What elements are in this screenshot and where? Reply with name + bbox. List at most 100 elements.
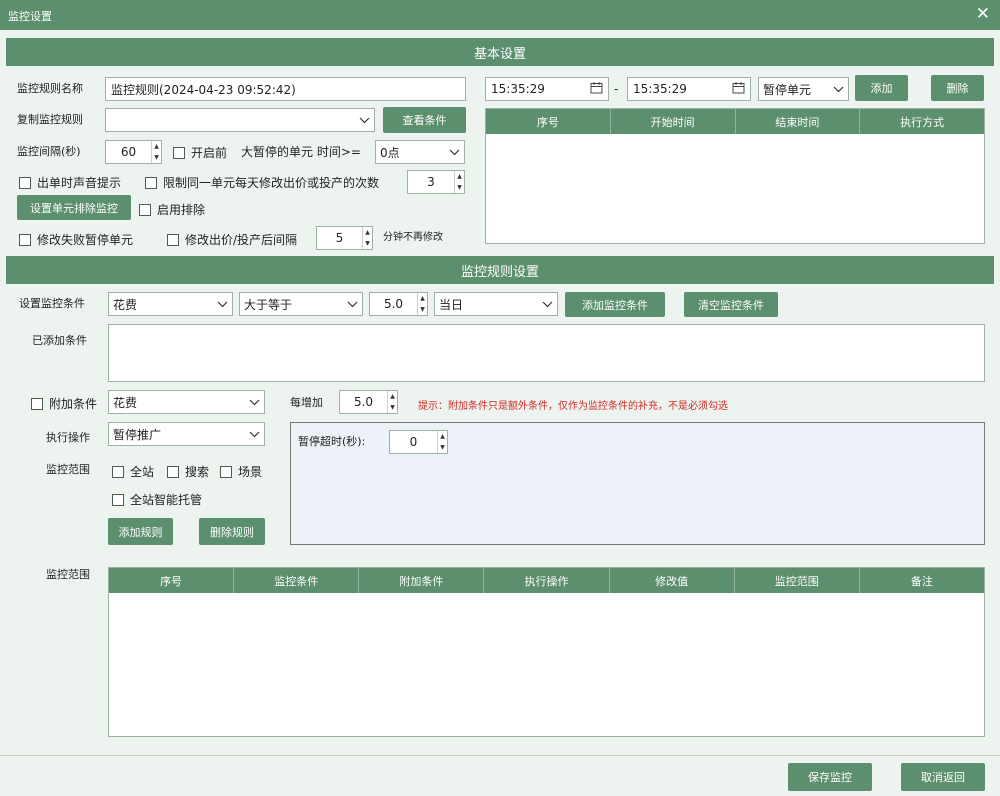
enable-exclude-checkbox[interactable]: 启用排除 [139, 201, 205, 218]
rule-name-input[interactable]: 监控规则(2024-04-23 09:52:42) [105, 77, 466, 101]
added-conditions-label: 已添加条件 [32, 334, 87, 347]
checkbox-box[interactable] [112, 465, 124, 478]
scope-scene-checkbox[interactable]: 场景 [220, 463, 262, 480]
extra-field-value: 花费 [113, 395, 138, 410]
interval-label: 监控间隔(秒) [17, 145, 81, 158]
schedule-table: 序号 开始时间 结束时间 执行方式 [485, 108, 985, 244]
extra-condition-label: 附加条件 [49, 397, 98, 411]
section-title-basic: 基本设置 [473, 46, 526, 62]
interval-stepper[interactable]: 60 ▲ ▼ [105, 140, 162, 164]
calendar-icon[interactable] [590, 81, 603, 97]
cond-operator-value: 大于等于 [244, 297, 293, 312]
added-conditions-box[interactable] [108, 324, 985, 382]
cond-field-select[interactable]: 花费 [108, 292, 233, 316]
action-label: 执行操作 [46, 431, 90, 444]
interval-value: 60 [120, 145, 137, 159]
cond-operator-select[interactable]: 大于等于 [239, 292, 363, 316]
extra-field-select[interactable]: 花费 [108, 390, 265, 414]
arrow-down-icon[interactable]: ▼ [455, 182, 464, 193]
section-header-rules: 监控规则设置 [6, 256, 994, 284]
arrow-up-icon[interactable]: ▲ [152, 141, 161, 152]
copy-rule-label: 复制监控规则 [17, 113, 83, 126]
checkbox-box[interactable] [173, 146, 185, 159]
cond-period-select[interactable]: 当日 [434, 292, 558, 316]
limit-checkbox[interactable]: 限制同一单元每天修改出价或投产的次数 [145, 174, 379, 191]
cond-value-stepper[interactable]: 5.0 ▲ ▼ [369, 292, 428, 316]
chevron-down-icon [248, 428, 260, 440]
cond-period-value: 当日 [439, 297, 464, 312]
col-index: 序号 [486, 109, 611, 134]
footer-divider [0, 755, 1000, 756]
pause-timeout-stepper[interactable]: 0 ▲ ▼ [389, 430, 448, 454]
col-action: 执行操作 [484, 568, 610, 593]
before-start-checkbox[interactable]: 开启前 [173, 144, 227, 161]
checkbox-box[interactable] [167, 233, 179, 246]
arrow-down-icon[interactable]: ▼ [388, 402, 397, 413]
arrow-down-icon[interactable]: ▼ [363, 238, 372, 249]
sound-alert-checkbox[interactable]: 出单时声音提示 [19, 174, 121, 191]
limit-label: 限制同一单元每天修改出价或投产的次数 [163, 176, 380, 190]
add-rule-button[interactable]: 添加规则 [108, 518, 173, 545]
modify-interval-label: 修改出价/投产后间隔 [185, 233, 298, 247]
chevron-down-icon [346, 298, 358, 310]
checkbox-box[interactable] [145, 176, 157, 189]
increase-stepper[interactable]: 5.0 ▲ ▼ [339, 390, 398, 414]
schedule-add-button[interactable]: 添加 [855, 75, 908, 101]
scope-all-site-label: 全站 [130, 465, 155, 479]
chevron-down-icon [358, 114, 370, 126]
scope-search-checkbox[interactable]: 搜索 [167, 463, 209, 480]
sound-alert-label: 出单时声音提示 [37, 176, 122, 190]
max-pause-value: 0点 [380, 145, 400, 160]
max-pause-select[interactable]: 0点 [375, 140, 465, 164]
checkbox-box[interactable] [112, 493, 124, 506]
save-button[interactable]: 保存监控 [788, 763, 872, 791]
arrow-up-icon[interactable]: ▲ [363, 227, 372, 238]
schedule-delete-button[interactable]: 删除 [931, 75, 984, 101]
col-modify-value: 修改值 [610, 568, 735, 593]
chevron-down-icon [448, 146, 460, 158]
arrow-down-icon[interactable]: ▼ [418, 304, 427, 315]
cancel-button[interactable]: 取消返回 [901, 763, 985, 791]
start-time-input[interactable]: 15:35:29 [485, 77, 609, 101]
increase-value: 5.0 [353, 395, 374, 409]
calendar-icon[interactable] [732, 81, 745, 97]
extra-condition-checkbox[interactable]: 附加条件 [31, 395, 97, 412]
exclude-units-button[interactable]: 设置单元排除监控 [17, 195, 131, 220]
view-conditions-button[interactable]: 查看条件 [383, 107, 466, 133]
section-title-rules: 监控规则设置 [460, 264, 539, 280]
checkbox-box[interactable] [139, 203, 151, 216]
scope-all-site-checkbox[interactable]: 全站 [112, 463, 154, 480]
scope-smart-checkbox[interactable]: 全站智能托管 [112, 491, 202, 508]
close-icon[interactable]: ✕ [976, 4, 990, 24]
col-scope: 监控范围 [735, 568, 860, 593]
checkbox-box[interactable] [19, 176, 31, 189]
col-index: 序号 [109, 568, 235, 593]
action-select[interactable]: 暂停推广 [108, 422, 265, 446]
end-time-value: 15:35:29 [633, 82, 687, 96]
arrow-up-icon[interactable]: ▲ [455, 171, 464, 182]
action-params-panel: 暂停超时(秒): 0 ▲ ▼ [290, 422, 985, 545]
checkbox-box[interactable] [220, 465, 232, 478]
arrow-up-icon[interactable]: ▲ [418, 293, 427, 304]
modify-interval-checkbox[interactable]: 修改出价/投产后间隔 [167, 231, 297, 248]
clear-conditions-button[interactable]: 清空监控条件 [684, 292, 778, 317]
modify-interval-stepper[interactable]: 5 ▲ ▼ [316, 226, 373, 250]
end-time-input[interactable]: 15:35:29 [627, 77, 751, 101]
modify-fail-checkbox[interactable]: 修改失败暂停单元 [19, 231, 133, 248]
checkbox-box[interactable] [19, 233, 31, 246]
time-range-dash: - [614, 82, 619, 96]
arrow-down-icon[interactable]: ▼ [152, 152, 161, 163]
schedule-mode-select[interactable]: 暂停单元 [758, 77, 849, 101]
checkbox-box[interactable] [167, 465, 179, 478]
arrow-up-icon[interactable]: ▲ [438, 431, 447, 442]
delete-rule-button[interactable]: 删除规则 [199, 518, 265, 545]
copy-rule-select[interactable] [105, 108, 375, 132]
limit-value: 3 [427, 175, 435, 189]
action-value: 暂停推广 [113, 427, 162, 442]
add-condition-button[interactable]: 添加监控条件 [565, 292, 665, 317]
limit-stepper[interactable]: 3 ▲ ▼ [407, 170, 465, 194]
arrow-up-icon[interactable]: ▲ [388, 391, 397, 402]
arrow-down-icon[interactable]: ▼ [438, 442, 447, 453]
checkbox-box[interactable] [31, 397, 43, 410]
start-time-value: 15:35:29 [491, 82, 545, 96]
